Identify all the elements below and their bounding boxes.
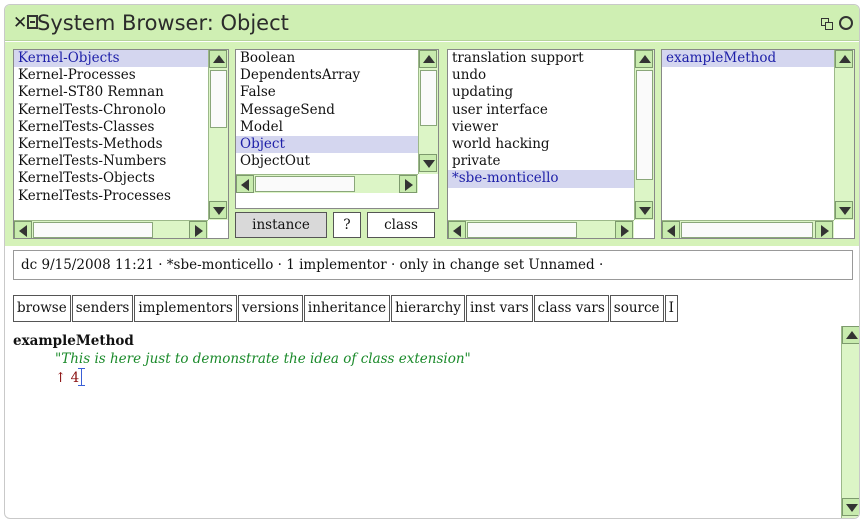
annotation-pane: dc 9/15/2008 11:21 · *sbe-monticello · 1…: [13, 250, 853, 280]
scroll-up-icon[interactable]: [419, 50, 437, 68]
close-icon[interactable]: ✕: [13, 13, 27, 33]
scroll-left-icon[interactable]: [14, 221, 32, 238]
return-value: 4: [70, 370, 80, 386]
list-item[interactable]: undo: [448, 67, 634, 84]
code-pane[interactable]: exampleMethod "This is here just to demo…: [13, 326, 859, 518]
more-button[interactable]: I: [664, 295, 678, 322]
list-item[interactable]: Kernel-ST80 Remnan: [14, 84, 210, 101]
instance-button[interactable]: instance: [235, 212, 327, 238]
class-hscroll[interactable]: [236, 174, 418, 193]
scroll-down-icon[interactable]: [209, 201, 227, 219]
class-button[interactable]: class: [367, 212, 435, 238]
method-pane: exampleMethod: [661, 49, 855, 239]
title-bar[interactable]: ✕ System Browser: Object: [5, 5, 859, 41]
inheritance-button[interactable]: inheritance: [303, 295, 391, 322]
scroll-down-icon[interactable]: [635, 201, 653, 219]
scroll-left-icon[interactable]: [236, 175, 254, 193]
protocol-vscroll[interactable]: [634, 50, 654, 220]
scroll-up-icon[interactable]: [835, 50, 853, 68]
return-statement: ↑ 4: [13, 368, 471, 387]
list-item[interactable]: translation support: [448, 50, 634, 67]
browser-button-bar: browse senders implementors versions inherit…: [13, 295, 853, 322]
scroll-thumb[interactable]: [33, 222, 153, 238]
return-arrow-icon: ↑: [55, 370, 67, 386]
scroll-down-icon[interactable]: [842, 498, 859, 516]
method-vscroll[interactable]: [834, 50, 854, 220]
window-title: System Browser: Object: [37, 11, 289, 35]
list-item[interactable]: Object: [236, 135, 418, 154]
scroll-thumb[interactable]: [467, 222, 577, 238]
protocol-list[interactable]: translation support undo updating user i…: [448, 50, 634, 188]
class-vscroll[interactable]: [418, 50, 438, 174]
method-source[interactable]: exampleMethod "This is here just to demo…: [13, 332, 471, 387]
list-item[interactable]: KernelTests-Numbers: [14, 153, 210, 170]
list-item[interactable]: KernelTests-Classes: [14, 119, 210, 136]
scroll-thumb[interactable]: [420, 70, 437, 126]
collapse-icon[interactable]: [821, 18, 833, 30]
list-item[interactable]: user interface: [448, 102, 634, 119]
system-browser-window: ✕ System Browser: Object Kernel-Objects …: [4, 4, 860, 519]
list-item[interactable]: KernelTests-Methods: [14, 136, 210, 153]
package-pane: Kernel-Objects Kernel-Processes Kernel-S…: [13, 49, 229, 239]
method-comment: "This is here just to demonstrate the id…: [55, 351, 471, 367]
implementors-button[interactable]: implementors: [134, 295, 237, 322]
list-item[interactable]: KernelTests-Objects: [14, 170, 210, 187]
scroll-thumb[interactable]: [681, 222, 813, 238]
list-item[interactable]: *sbe-monticello: [448, 170, 634, 188]
protocol-hscroll[interactable]: [448, 220, 634, 238]
scroll-thumb[interactable]: [210, 70, 227, 128]
protocol-pane: translation support undo updating user i…: [447, 49, 655, 239]
code-vscroll[interactable]: [841, 326, 859, 518]
list-item[interactable]: False: [236, 84, 418, 101]
list-item[interactable]: Kernel-Processes: [14, 67, 210, 84]
scroll-left-icon[interactable]: [662, 221, 680, 238]
expand-icon[interactable]: [839, 16, 853, 30]
list-item[interactable]: MessageSend: [236, 102, 418, 119]
list-item[interactable]: ObjectOut: [236, 153, 418, 170]
scroll-right-icon[interactable]: [815, 221, 833, 238]
list-item[interactable]: exampleMethod: [662, 50, 834, 68]
scroll-right-icon[interactable]: [399, 175, 417, 193]
senders-button[interactable]: senders: [71, 295, 134, 322]
method-list[interactable]: exampleMethod: [662, 50, 834, 68]
list-item[interactable]: Kernel-Objects: [14, 50, 210, 68]
scroll-thumb[interactable]: [255, 176, 355, 192]
class-pane: Boolean DependentsArray False MessageSen…: [235, 49, 439, 209]
list-item[interactable]: world hacking: [448, 136, 634, 153]
browser-panes: Kernel-Objects Kernel-Processes Kernel-S…: [5, 42, 859, 246]
browse-button[interactable]: browse: [13, 295, 71, 322]
hierarchy-button[interactable]: hierarchy: [391, 295, 465, 322]
list-item[interactable]: KernelTests-Chronolo: [14, 102, 210, 119]
versions-button[interactable]: versions: [237, 295, 303, 322]
source-button[interactable]: source: [609, 295, 664, 322]
class-side-toggle: instance ? class: [235, 212, 435, 240]
scroll-left-icon[interactable]: [448, 221, 466, 238]
class-vars-button[interactable]: class vars: [533, 295, 609, 322]
scroll-down-icon[interactable]: [419, 154, 437, 172]
text-cursor: [78, 368, 87, 386]
package-vscroll[interactable]: [208, 50, 228, 220]
list-item[interactable]: DependentsArray: [236, 67, 418, 84]
inst-vars-button[interactable]: inst vars: [465, 295, 533, 322]
class-list[interactable]: Boolean DependentsArray False MessageSen…: [236, 50, 418, 170]
help-button[interactable]: ?: [333, 212, 361, 238]
list-item[interactable]: updating: [448, 84, 634, 101]
scroll-up-icon[interactable]: [209, 50, 227, 68]
scroll-right-icon[interactable]: [615, 221, 633, 238]
scroll-right-icon[interactable]: [189, 221, 207, 238]
list-item[interactable]: viewer: [448, 119, 634, 136]
method-selector: exampleMethod: [13, 333, 134, 349]
package-list[interactable]: Kernel-Objects Kernel-Processes Kernel-S…: [14, 50, 210, 205]
scroll-down-icon[interactable]: [835, 201, 853, 219]
method-hscroll[interactable]: [662, 220, 834, 238]
list-item[interactable]: Boolean: [236, 50, 418, 67]
scroll-up-icon[interactable]: [842, 326, 859, 344]
list-item[interactable]: private: [448, 153, 634, 170]
list-item[interactable]: Model: [236, 119, 418, 136]
list-item[interactable]: KernelTests-Processes: [14, 188, 210, 205]
scroll-thumb[interactable]: [636, 70, 653, 180]
package-hscroll[interactable]: [14, 220, 208, 238]
scroll-up-icon[interactable]: [635, 50, 653, 68]
